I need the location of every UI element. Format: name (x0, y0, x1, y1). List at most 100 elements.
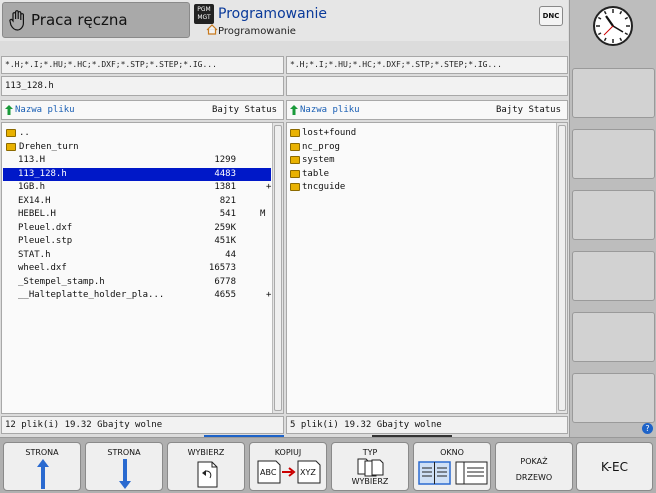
folder-name: system (302, 155, 335, 165)
folder-row[interactable]: system (288, 154, 548, 167)
file-name: 113_128.h (18, 168, 67, 179)
file-status: + (266, 182, 272, 192)
status-bar: 5 plik(i) 19.32 Gbajty wolne (286, 416, 568, 434)
folder-icon (290, 183, 300, 191)
folder-row[interactable]: .. (3, 127, 271, 140)
file-filter[interactable]: *.H;*.I;*.HU;*.HC;*.DXF;*.STP;*.STEP;*.I… (286, 56, 568, 74)
file-list: .. Drehen_turn 113.H 1299 113_128.h 4483 1GB.h… (1, 122, 284, 414)
file-name: 1GB.h (18, 182, 46, 192)
file-name: wheel.dxf (18, 263, 67, 273)
file-row[interactable]: 1GB.h 1381 + (3, 181, 271, 194)
folder-icon (290, 156, 300, 164)
column-filename[interactable]: Nazwa pliku (15, 101, 75, 119)
scroll-thumb[interactable] (274, 125, 282, 411)
folder-row[interactable]: lost+found (288, 127, 548, 140)
file-status: M (260, 209, 266, 219)
help-icon[interactable]: ? (642, 423, 653, 434)
side-softkey-3[interactable] (572, 190, 655, 240)
file-name: HEBEL.H (18, 209, 56, 219)
folder-row[interactable]: tncguide (288, 181, 548, 194)
file-size: 4483 (214, 168, 236, 179)
column-bytes-status[interactable]: Bajty Status (212, 101, 277, 119)
selected-path: 113_128.h (1, 76, 284, 96)
file-row[interactable]: HEBEL.H 541 M (3, 208, 271, 221)
file-row[interactable]: STAT.h 44 (3, 249, 271, 262)
file-name: 113.H (18, 155, 46, 165)
file-row[interactable]: 113_128.h 4483 (3, 167, 271, 181)
file-types-icon (357, 458, 384, 477)
home-icon (206, 24, 218, 35)
file-size: 259K (214, 222, 236, 233)
mode-left-title: Praca ręczna (31, 11, 128, 29)
file-row[interactable]: EX14.H 821 (3, 195, 271, 208)
clock-icon (593, 6, 633, 46)
copy-softkey[interactable]: KOPIUJ ABC XYZ (249, 442, 327, 491)
file-size: 4655 (214, 290, 236, 300)
scrollbar[interactable] (272, 123, 283, 413)
file-row[interactable]: 113.H 1299 (3, 154, 271, 167)
scroll-thumb[interactable] (558, 125, 566, 411)
side-softkey-4[interactable] (572, 251, 655, 301)
page-down-softkey[interactable]: STRONA (85, 442, 163, 491)
copy-source-label: ABC (260, 468, 277, 477)
file-filter[interactable]: *.H;*.I;*.HU;*.HC;*.DXF;*.STP;*.STEP;*.I… (1, 56, 284, 74)
folder-icon (6, 142, 16, 151)
file-name: __Halteplatte_holder_pla... (18, 290, 165, 300)
folder-icon (6, 129, 16, 137)
file-size: 1381 (214, 182, 236, 192)
file-size: 821 (219, 195, 236, 206)
folder-icon (290, 169, 300, 178)
hand-icon (9, 10, 24, 31)
side-softkey-1[interactable] (572, 68, 655, 118)
softkey-label-2: DRZEWO (515, 473, 553, 482)
status-bar: 12 plik(i) 19.32 Gbajty wolne (1, 416, 284, 434)
selected-path (286, 76, 568, 96)
folder-row[interactable]: Drehen_turn (3, 141, 271, 154)
side-softkey-6[interactable] (572, 373, 655, 423)
folder-name: tncguide (302, 182, 346, 192)
file-row[interactable]: wheel.dxf 16573 (3, 262, 271, 275)
side-softkey-2[interactable] (572, 129, 655, 179)
folder-icon (290, 142, 300, 151)
file-row[interactable]: Pleuel.dxf 259K (3, 222, 271, 235)
column-filename[interactable]: Nazwa pliku (300, 101, 360, 119)
column-bytes-status[interactable]: Bajty Status (496, 101, 561, 119)
file-row[interactable]: __Halteplatte_holder_pla... 4655 + (3, 289, 271, 302)
k-ec-softkey[interactable]: K-EC (576, 442, 653, 491)
copy-target-label: XYZ (300, 468, 316, 477)
file-size: 451K (214, 236, 236, 246)
right-file-panel: *.H;*.I;*.HU;*.HC;*.DXF;*.STP;*.STEP;*.I… (286, 56, 568, 439)
file-row[interactable]: _Stempel_stamp.h 6778 (3, 276, 271, 289)
folder-name: table (302, 168, 330, 179)
file-size: 541 (219, 209, 236, 219)
header-bar: Praca ręczna PGM MGT Programowanie Progr… (0, 0, 568, 41)
directory-list: lost+found nc_progsystem table tncguide (286, 122, 568, 414)
arrow-down-icon (119, 459, 131, 489)
mode-manual-operation[interactable]: Praca ręczna (2, 2, 190, 38)
select-softkey[interactable]: WYBIERZ (167, 442, 245, 491)
sort-arrow-icon[interactable] (5, 105, 13, 115)
file-size: 16573 (208, 263, 236, 273)
vertical-softkey-bar (569, 0, 656, 437)
mode-right-subtitle: Programowanie (218, 26, 296, 37)
folder-row[interactable]: nc_prog (288, 141, 548, 154)
dnc-button[interactable]: DNC (539, 6, 563, 26)
window-softkey[interactable]: OKNO (413, 442, 491, 491)
side-softkey-5[interactable] (572, 312, 655, 362)
scrollbar[interactable] (556, 123, 567, 413)
softkey-bar: STRONA STRONA WYBIERZ KOPIUJ ABC XYZ TYP (0, 437, 656, 493)
sort-arrow-icon[interactable] (290, 105, 298, 115)
folder-name: nc_prog (302, 141, 340, 152)
softkey-label: STRONA (25, 448, 59, 457)
mode-right-title: Programowanie (218, 6, 328, 22)
type-select-softkey[interactable]: TYP WYBIERZ (331, 442, 409, 491)
page-up-softkey[interactable]: STRONA (3, 442, 81, 491)
file-name: Drehen_turn (19, 141, 79, 152)
folder-row[interactable]: table (288, 168, 548, 181)
file-size: 1299 (214, 155, 236, 165)
file-size: 6778 (214, 276, 236, 287)
file-row[interactable]: Pleuel.stp 451K (3, 235, 271, 248)
softkey-label: KOPIUJ (274, 448, 302, 457)
folder-name: lost+found (302, 128, 357, 138)
show-tree-softkey[interactable]: POKAŻ DRZEWO (495, 442, 573, 491)
